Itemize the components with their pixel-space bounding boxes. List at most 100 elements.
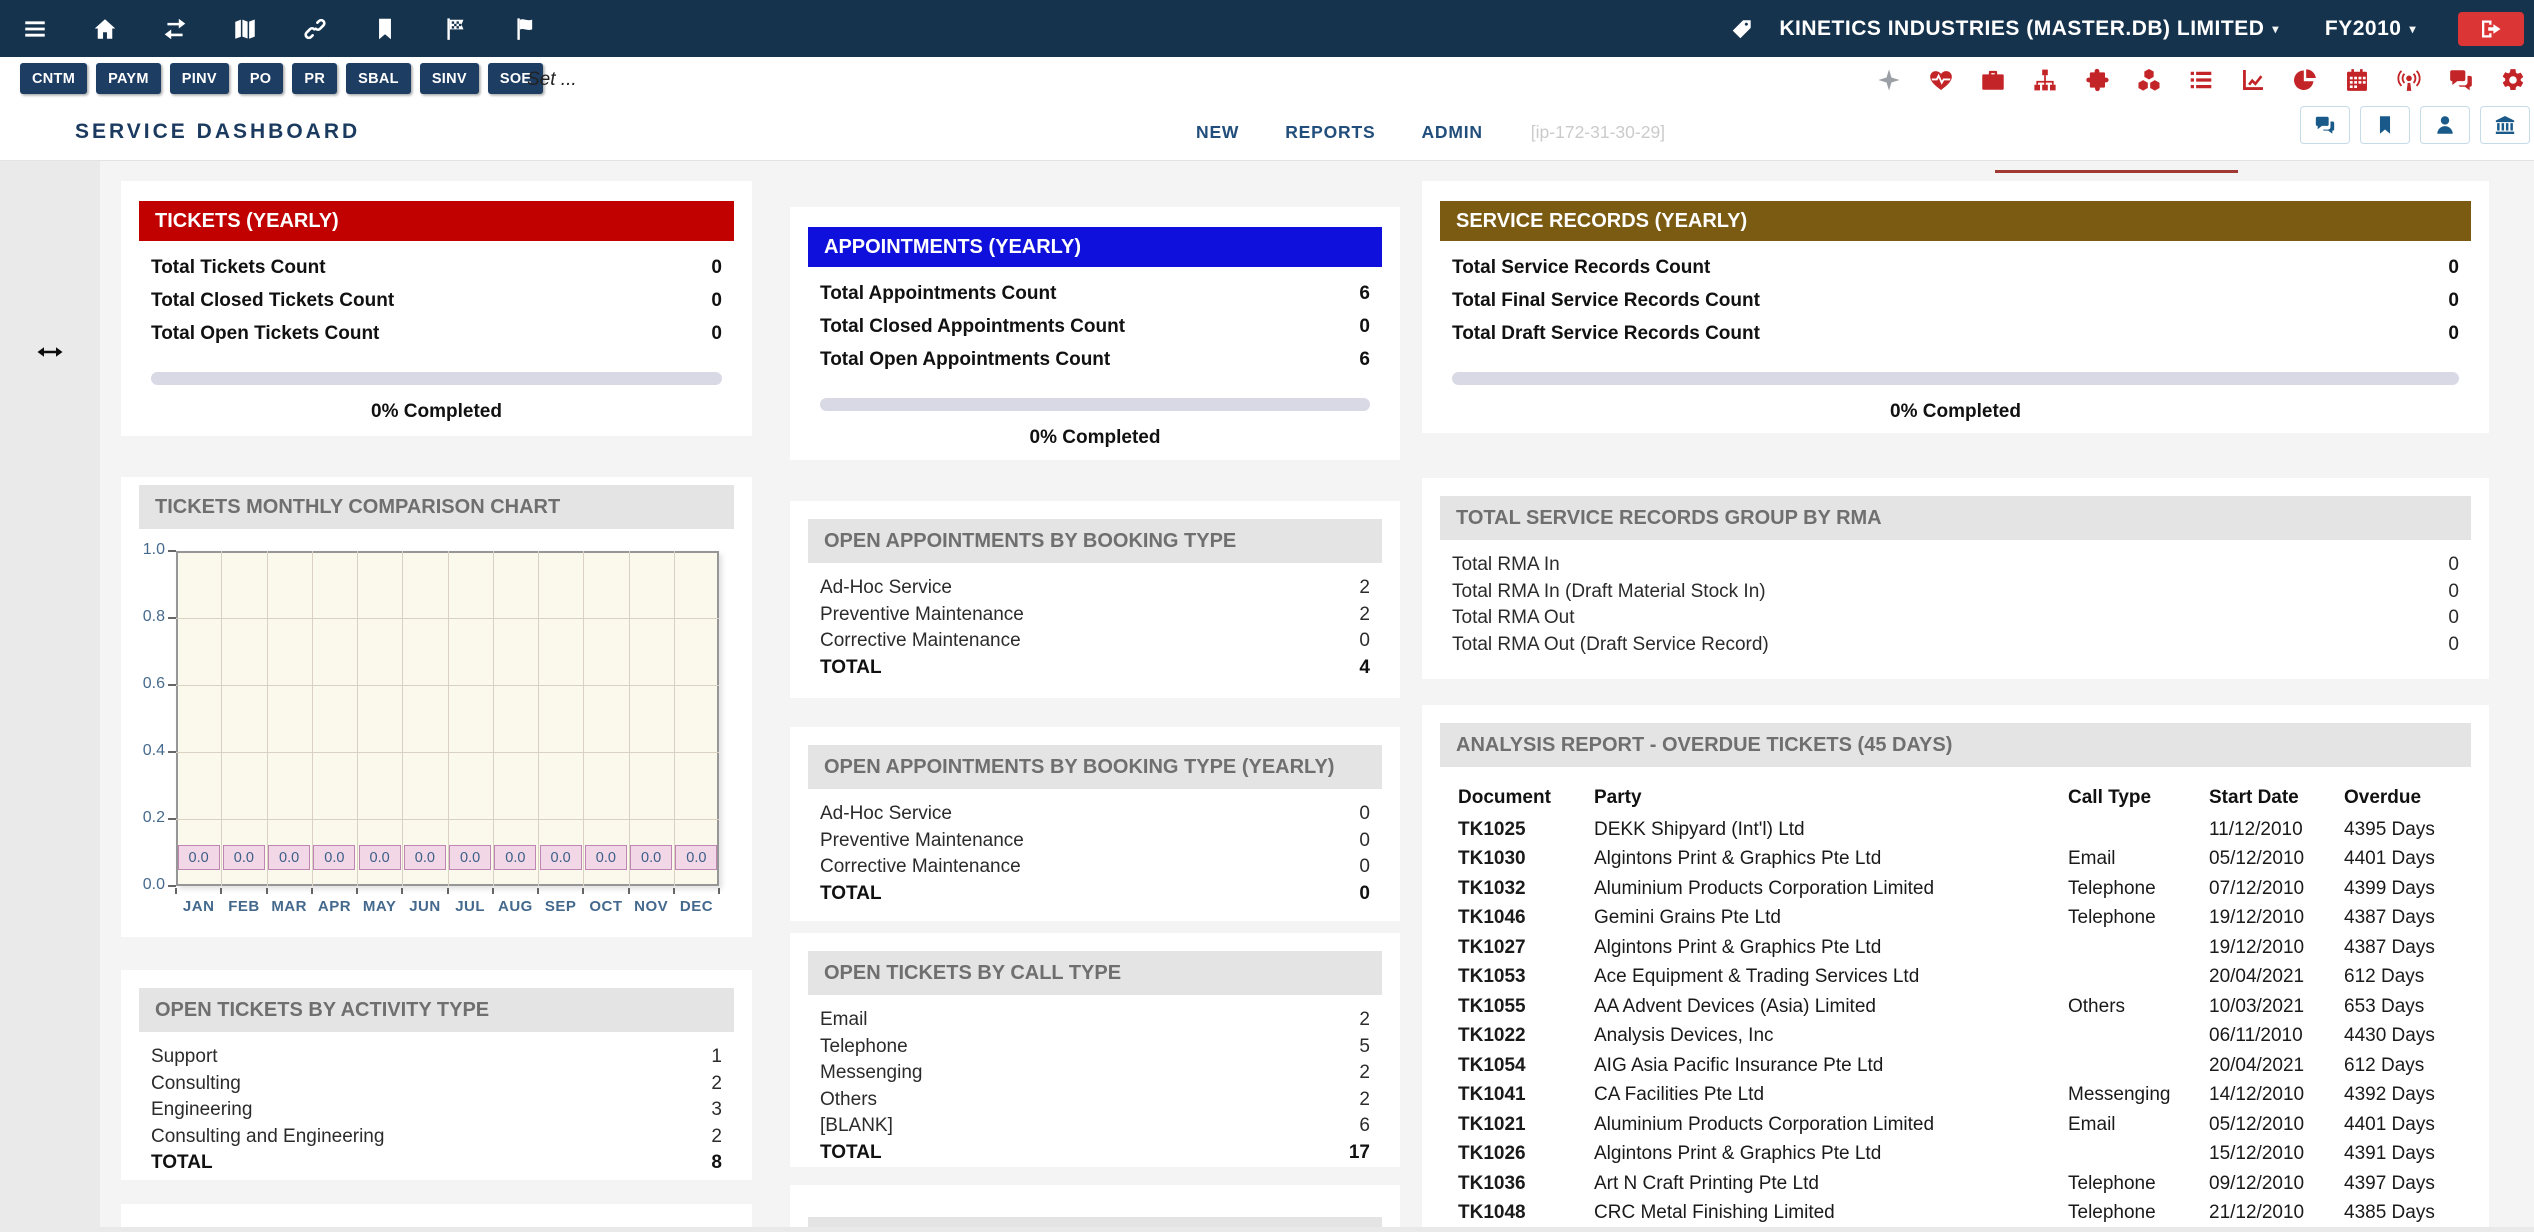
comments-icon[interactable] <box>2300 106 2350 144</box>
stat-rows: Total Service Records Count0Total Final … <box>1452 251 2459 350</box>
bookmark-icon[interactable] <box>372 16 398 42</box>
shortcut-po[interactable]: PO <box>238 63 284 94</box>
list-item: Preventive Maintenance2 <box>820 602 1370 629</box>
bank-icon[interactable] <box>2480 106 2530 144</box>
chart-value-label: 0.0 <box>223 845 265 870</box>
item-label: Total RMA Out (Draft Service Record) <box>1452 632 1769 659</box>
cubes-icon[interactable] <box>2136 67 2162 93</box>
chart-value-label: 0.0 <box>540 845 582 870</box>
bookmark-icon[interactable] <box>2360 106 2410 144</box>
item-label: Support <box>151 1044 218 1071</box>
list-item: Corrective Maintenance0 <box>820 854 1370 881</box>
home-icon[interactable] <box>92 16 118 42</box>
heartbeat-icon[interactable] <box>1928 67 1954 93</box>
panel-header: OPEN TICKETS BY CALL TYPE <box>808 951 1382 995</box>
table-cell: 4387 Days <box>2344 937 2453 959</box>
table-row: TK1032Aluminium Products Corporation Lim… <box>1458 874 2453 904</box>
podcast-icon[interactable] <box>2396 67 2422 93</box>
user-icon[interactable] <box>2420 106 2470 144</box>
table-cell: Telephone <box>2068 878 2209 900</box>
stat-value: 0 <box>711 284 722 317</box>
ticket-document-link[interactable]: TK1022 <box>1458 1025 1594 1047</box>
horizontal-scrollbar[interactable] <box>100 1227 2534 1232</box>
list-item: Others2 <box>820 1087 1370 1114</box>
ticket-document-link[interactable]: TK1032 <box>1458 878 1594 900</box>
table-row: TK1041CA Facilities Pte LtdMessenging14/… <box>1458 1081 2453 1111</box>
ticket-document-link[interactable]: TK1041 <box>1458 1084 1594 1106</box>
flag-icon[interactable] <box>512 16 538 42</box>
ticket-document-link[interactable]: TK1054 <box>1458 1055 1594 1077</box>
total-value: 4 <box>1359 655 1370 682</box>
chart-value-label: 0.0 <box>404 845 446 870</box>
ticket-document-link[interactable]: TK1046 <box>1458 907 1594 929</box>
shortcut-sbal[interactable]: SBAL <box>346 63 411 94</box>
shortcut-paym[interactable]: PAYM <box>96 63 161 94</box>
pie-chart-icon[interactable] <box>2292 67 2318 93</box>
ticket-document-link[interactable]: TK1026 <box>1458 1143 1594 1165</box>
list-item: Telephone5 <box>820 1034 1370 1061</box>
table-cell: Telephone <box>2068 1173 2209 1195</box>
navbar-icon-menu <box>22 16 538 42</box>
set-label[interactable]: Set ... <box>527 69 577 91</box>
ticket-document-link[interactable]: TK1036 <box>1458 1173 1594 1195</box>
puzzle-icon[interactable] <box>2084 67 2110 93</box>
list-total-row: TOTAL0 <box>820 881 1370 908</box>
page-nav-buttons: NEW REPORTS ADMIN <box>1196 122 1483 143</box>
company-dropdown[interactable]: KINETICS INDUSTRIES (MASTER.DB) LIMITED … <box>1779 17 2279 41</box>
item-value: 0 <box>1359 854 1370 881</box>
ticket-document-link[interactable]: TK1030 <box>1458 848 1594 870</box>
sitemap-icon[interactable] <box>2032 67 2058 93</box>
account-button-row <box>2300 106 2530 144</box>
calendar-icon[interactable] <box>2344 67 2370 93</box>
shortcut-button-row: CNTMPAYMPINVPOPRSBALSINVSOE <box>20 63 543 94</box>
x-axis-tick-label: SEP <box>538 898 583 915</box>
table-column-header: Start Date <box>2209 787 2344 809</box>
table-cell: Ace Equipment & Trading Services Ltd <box>1594 966 2068 988</box>
ticket-document-link[interactable]: TK1021 <box>1458 1114 1594 1136</box>
ticket-document-link[interactable]: TK1055 <box>1458 996 1594 1018</box>
y-axis-tick-label: 0.4 <box>121 742 165 760</box>
link-icon[interactable] <box>302 16 328 42</box>
ticket-document-link[interactable]: TK1027 <box>1458 937 1594 959</box>
arrows-horizontal-icon[interactable] <box>26 337 74 367</box>
menu-icon[interactable] <box>22 16 48 42</box>
compass-icon[interactable] <box>1876 67 1902 93</box>
item-label: Total RMA In (Draft Material Stock In) <box>1452 579 1766 606</box>
panel-open-tickets-by-activity-type: OPEN TICKETS BY ACTIVITY TYPE Support1Co… <box>121 970 752 1180</box>
ticket-document-link[interactable]: TK1025 <box>1458 819 1594 841</box>
total-label: TOTAL <box>151 1150 213 1177</box>
shortcut-sinv[interactable]: SINV <box>420 63 479 94</box>
exchange-icon[interactable] <box>162 16 188 42</box>
ticket-document-link[interactable]: TK1053 <box>1458 966 1594 988</box>
table-column-header: Party <box>1594 787 2068 809</box>
nav-link-new[interactable]: NEW <box>1196 122 1239 143</box>
shortcut-pinv[interactable]: PINV <box>170 63 229 94</box>
table-cell: Analysis Devices, Inc <box>1594 1025 2068 1047</box>
flag-checkered-icon[interactable] <box>442 16 468 42</box>
list-item: Total RMA Out (Draft Service Record)0 <box>1452 632 2459 659</box>
item-label: Total RMA In <box>1452 552 1560 579</box>
map-icon[interactable] <box>232 16 258 42</box>
list-icon[interactable] <box>2188 67 2214 93</box>
nav-link-reports[interactable]: REPORTS <box>1285 122 1375 143</box>
table-row: TK1046Gemini Grains Pte LtdTelephone19/1… <box>1458 904 2453 934</box>
item-label: Email <box>820 1007 868 1034</box>
logout-button[interactable] <box>2458 12 2524 46</box>
table-cell: 09/12/2010 <box>2209 1173 2344 1195</box>
panel-appointments-yearly: APPOINTMENTS (YEARLY) Total Appointments… <box>790 207 1400 460</box>
shortcut-cntm[interactable]: CNTM <box>20 63 87 94</box>
comments-icon[interactable] <box>2448 67 2474 93</box>
nav-link-admin[interactable]: ADMIN <box>1421 122 1482 143</box>
line-chart-icon[interactable] <box>2240 67 2266 93</box>
chart-value-label: 0.0 <box>449 845 491 870</box>
gear-icon[interactable] <box>2500 67 2526 93</box>
x-axis-tick-label: DEC <box>674 898 719 915</box>
table-cell: Gemini Grains Pte Ltd <box>1594 907 2068 929</box>
table-cell: 4397 Days <box>2344 1173 2453 1195</box>
stat-label: Total Tickets Count <box>151 251 326 284</box>
table-cell: 612 Days <box>2344 966 2453 988</box>
ticket-document-link[interactable]: TK1048 <box>1458 1202 1594 1224</box>
fiscal-year-dropdown[interactable]: FY2010 ▾ <box>2325 17 2416 41</box>
briefcase-icon[interactable] <box>1980 67 2006 93</box>
shortcut-pr[interactable]: PR <box>292 63 337 94</box>
